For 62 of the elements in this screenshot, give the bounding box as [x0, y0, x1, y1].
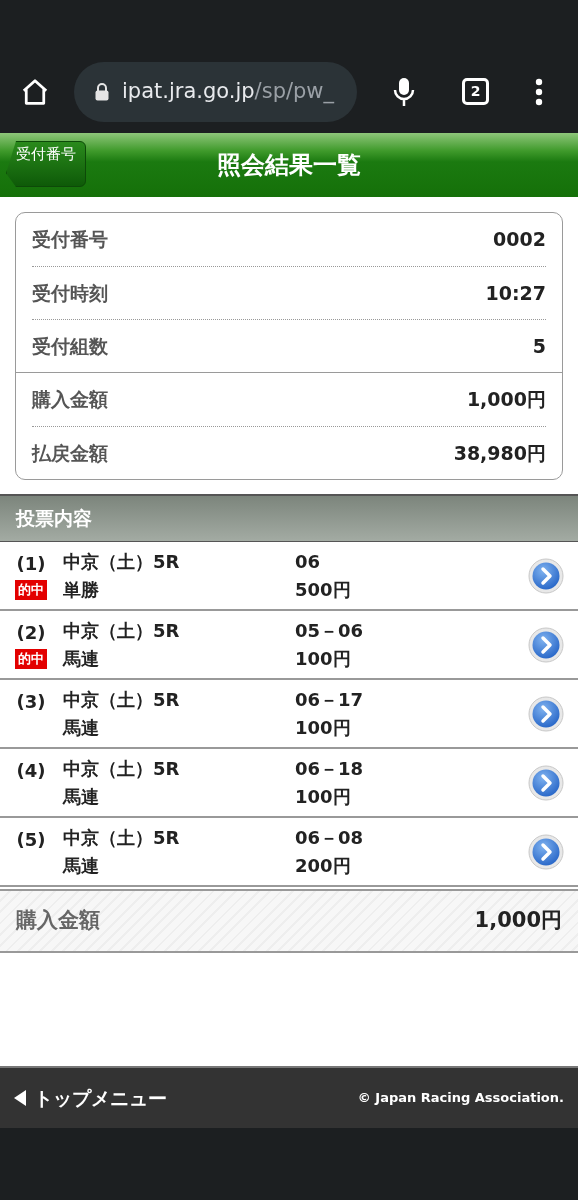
- bet-amount: 200円: [295, 853, 352, 878]
- bet-amount: 100円: [295, 646, 352, 671]
- bet-type: 馬連: [63, 853, 100, 878]
- section-title: 投票内容: [16, 506, 92, 532]
- hit-badge: 的中: [15, 648, 47, 669]
- top-menu-link[interactable]: トップメニュー: [14, 1083, 167, 1113]
- bet-row[interactable]: (4) 中京（土）5R 馬連 06－18 100円: [0, 749, 578, 818]
- combination: 06－18: [295, 756, 365, 781]
- race-name: 中京（土）5R: [63, 549, 181, 574]
- summary-label: 受付時刻: [32, 280, 108, 306]
- summary-label: 購入金額: [32, 387, 108, 413]
- bet-amount: 100円: [295, 715, 352, 740]
- hit-badge: 的中: [15, 579, 47, 600]
- combination: 06－08: [295, 825, 365, 850]
- race-name: 中京（土）5R: [63, 687, 181, 712]
- triangle-left-icon: [14, 1090, 26, 1106]
- chevron-right-icon[interactable]: [528, 764, 564, 801]
- total-label: 購入金額: [16, 907, 100, 935]
- bet-number: (1): [16, 551, 46, 576]
- summary-value: 38,980円: [453, 440, 546, 466]
- page-title: 照会結果一覧: [217, 150, 361, 181]
- url-text: ipat.jra.go.jp/sp/pw_: [122, 77, 335, 106]
- race-name: 中京（土）5R: [63, 825, 181, 850]
- bet-type: 単勝: [63, 577, 100, 602]
- race-name: 中京（土）5R: [63, 618, 181, 643]
- copyright-text: © Japan Racing Association.: [357, 1089, 564, 1108]
- home-icon[interactable]: [20, 76, 50, 107]
- bet-amount: 100円: [295, 784, 352, 809]
- combination: 06－17: [295, 687, 365, 712]
- bet-type: 馬連: [63, 715, 100, 740]
- bet-type: 馬連: [63, 784, 100, 809]
- url-bar[interactable]: ipat.jra.go.jp/sp/pw_: [74, 61, 357, 122]
- total-value: 1,000円: [474, 907, 562, 935]
- summary-value: 10:27: [485, 280, 546, 306]
- bet-row[interactable]: (3) 中京（土）5R 馬連 06－17 100円: [0, 680, 578, 749]
- more-icon[interactable]: [535, 77, 543, 106]
- microphone-icon[interactable]: [392, 75, 416, 108]
- bet-type: 馬連: [63, 646, 100, 671]
- bet-row[interactable]: (5) 中京（土）5R 馬連 06－08 200円: [0, 818, 578, 887]
- summary-value: 5: [532, 333, 546, 359]
- chevron-right-icon[interactable]: [528, 557, 564, 594]
- summary-label: 払戻金額: [32, 440, 108, 466]
- tab-count-button[interactable]: 2: [462, 78, 489, 105]
- summary-label: 受付組数: [32, 333, 108, 359]
- bet-amount: 500円: [295, 577, 352, 602]
- lock-icon: [94, 81, 110, 102]
- bet-number: (5): [16, 827, 46, 852]
- bet-number: (2): [16, 620, 46, 645]
- chevron-right-icon[interactable]: [528, 626, 564, 663]
- bet-row[interactable]: (2) 的中 中京（土）5R 馬連 05－06 100円: [0, 611, 578, 680]
- summary-value: 0002: [493, 227, 546, 253]
- race-name: 中京（土）5R: [63, 756, 181, 781]
- combination: 06: [295, 549, 322, 574]
- combination: 05－06: [295, 618, 365, 643]
- summary-label: 受付番号: [32, 227, 108, 253]
- chevron-right-icon[interactable]: [528, 833, 564, 870]
- back-button[interactable]: 受付番号: [6, 141, 86, 187]
- bet-row[interactable]: (1) 的中 中京（土）5R 単勝 06 500円: [0, 542, 578, 611]
- chevron-right-icon[interactable]: [528, 695, 564, 732]
- summary-value: 1,000円: [466, 387, 546, 413]
- bet-number: (3): [16, 689, 46, 714]
- bet-number: (4): [16, 758, 46, 783]
